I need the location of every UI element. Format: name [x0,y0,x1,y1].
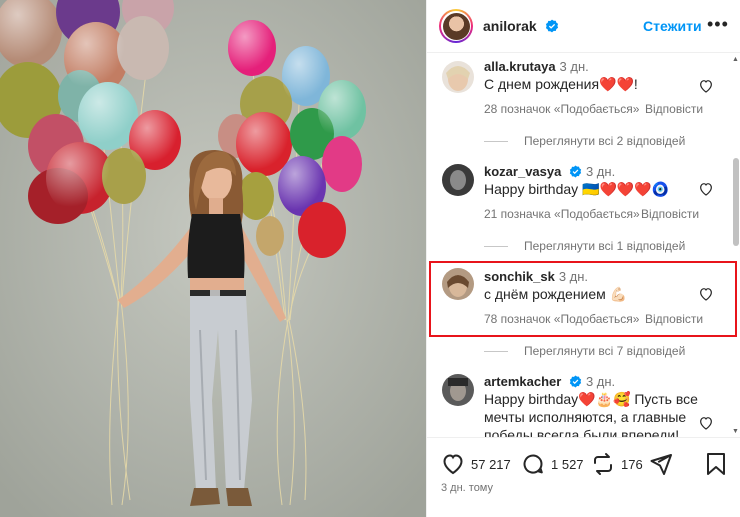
post-time-ago[interactable]: 3 дн. тому [441,482,493,494]
author-avatar[interactable] [439,9,473,43]
reply-button[interactable]: Відповісти [641,207,699,221]
repost-button[interactable]: 176 [591,452,643,476]
comment-text-line: мечты исполняются, а главные [484,409,687,425]
commenter-avatar[interactable] [442,61,474,93]
comments-count[interactable]: 1 527 [551,457,584,472]
comment-text: С днем рождения❤️❤️! [484,76,638,92]
post-header: anilorak Стежити ••• [427,0,740,53]
comment-time[interactable]: 3 дн. [586,374,615,389]
commenter-avatar[interactable] [442,164,474,196]
follow-button[interactable]: Стежити [643,18,702,34]
share-button[interactable] [649,452,673,476]
more-options-icon[interactable]: ••• [707,15,729,33]
comments-list[interactable]: alla.krutaya 3 дн. С днем рождения❤️❤️! 2… [427,54,740,437]
likes-count[interactable]: 57 217 [471,457,511,472]
view-replies-button[interactable]: Переглянути всі 7 відповідей [484,344,685,358]
comment-heart-icon[interactable] [698,181,714,197]
bookmark-icon[interactable] [705,452,727,476]
comment-header: artemkacher 3 дн. [484,374,615,389]
commenter-avatar[interactable] [442,374,474,406]
heart-icon[interactable] [441,452,465,476]
comment-icon[interactable] [521,452,545,476]
comment-text-line: победы всегда были впереди! [484,427,680,437]
share-icon[interactable] [649,452,673,476]
repost-icon[interactable] [591,452,615,476]
post-actions-bar: 57 217 1 527 176 3 дн. тому [427,437,740,517]
reply-button[interactable]: Відповісти [645,102,703,116]
view-replies-label: Переглянути всі 2 відповідей [524,134,686,148]
post-sidebar: anilorak Стежити ••• alla.krutaya 3 дн. С… [426,0,740,517]
scroll-down-arrow-icon[interactable]: ▼ [732,428,739,435]
verified-badge-icon [545,19,558,33]
reposts-count[interactable]: 176 [621,457,643,472]
commenter-username[interactable]: artemkacher [484,374,561,389]
commenter-username[interactable]: alla.krutaya [484,59,556,74]
view-replies-button[interactable]: Переглянути всі 1 відповідей [484,239,685,253]
comment-likes-count[interactable]: 21 позначка «Подобається» [484,207,640,221]
comment-likes-count[interactable]: 28 позначок «Подобається» [484,102,639,116]
scrollbar-thumb[interactable] [733,158,739,246]
comment-heart-icon[interactable] [698,78,714,94]
comment-text-line: Happy birthday❤️🎂🥰 Пусть все [484,391,698,407]
commenter-username[interactable]: kozar_vasya [484,164,561,179]
comment-button[interactable]: 1 527 [521,452,584,476]
comment-header: kozar_vasya 3 дн. [484,164,615,179]
comments-scrollbar[interactable]: ▲ ▼ [731,56,739,436]
view-replies-button[interactable]: Переглянути всі 2 відповідей [484,134,685,148]
author-username-text[interactable]: anilorak [483,18,537,34]
comment-time[interactable]: 3 дн. [560,59,589,74]
comment-text: Happy birthday 🇺🇦❤️❤️❤️🧿 [484,181,670,197]
author-username[interactable]: anilorak [483,18,559,34]
scroll-up-arrow-icon[interactable]: ▲ [732,56,739,63]
comment-highlight-box [429,261,737,337]
view-replies-label: Переглянути всі 1 відповідей [524,239,686,253]
post-photo[interactable] [0,0,426,517]
comment-heart-icon[interactable] [698,415,714,431]
save-button[interactable] [705,452,727,476]
post-image [0,0,426,517]
like-button[interactable]: 57 217 [441,452,511,476]
comment-header: alla.krutaya 3 дн. [484,59,589,74]
comment-time[interactable]: 3 дн. [586,164,615,179]
verified-badge-icon [569,165,582,178]
verified-badge-icon [569,375,582,388]
view-replies-label: Переглянути всі 7 відповідей [524,344,686,358]
